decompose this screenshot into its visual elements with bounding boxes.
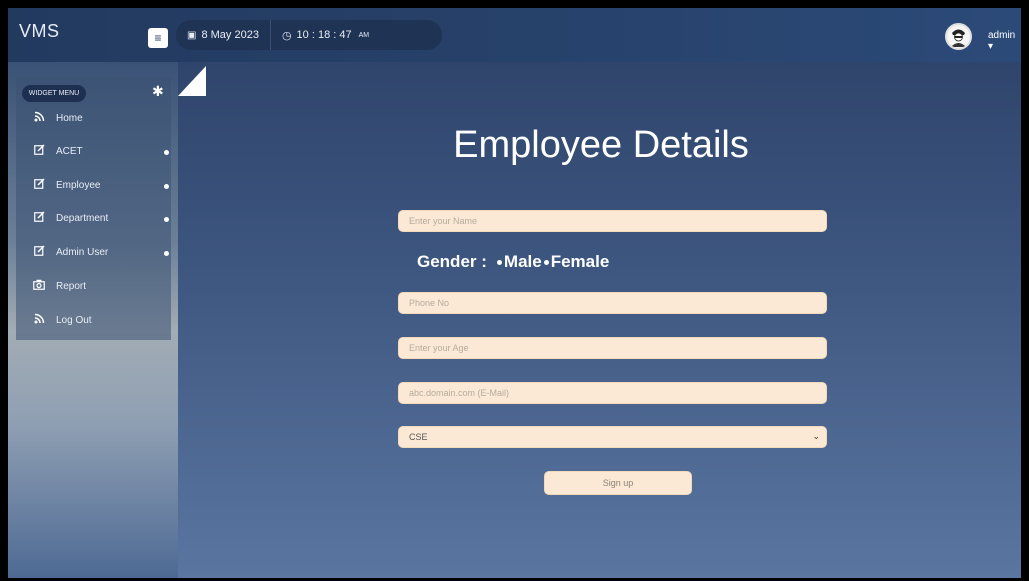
submenu-indicator [164, 251, 169, 256]
edit-icon [31, 211, 47, 227]
gender-option-female[interactable]: Female [543, 252, 610, 272]
user-avatar-icon [947, 25, 970, 48]
user-menu[interactable]: admin ▾ [988, 30, 1021, 52]
rss-icon [31, 313, 47, 329]
edit-icon [31, 245, 47, 261]
chevron-down-icon: ⌄ [812, 431, 820, 441]
submenu-indicator [164, 150, 169, 155]
sidebar-item-label: Log Out [56, 315, 92, 326]
time-display: ◷ 10 : 18 : 47 AM [271, 20, 380, 50]
sidebar-item-label: Admin User [56, 247, 109, 258]
gender-group: Gender : Male Female [417, 252, 611, 272]
rss-icon [31, 111, 47, 127]
gender-option-label: Male [503, 252, 542, 271]
camera-icon [31, 279, 47, 295]
sidebar-item-label: ACET [56, 146, 83, 157]
gear-icon[interactable]: ✱ [152, 83, 164, 100]
phone-input[interactable] [398, 292, 827, 314]
clock-icon: ◷ [281, 29, 292, 42]
sidebar-item-report[interactable]: Report [16, 274, 171, 300]
calendar-icon: ▣ [187, 29, 197, 41]
app-window: VMS ≡ ▣ 8 May 2023 ◷ 10 : 18 : 47 AM adm… [8, 8, 1021, 578]
radio-bullet-icon [496, 259, 502, 265]
sidebar-item-logout[interactable]: Log Out [16, 308, 171, 334]
email-input[interactable] [398, 382, 827, 404]
department-select-value: CSE [409, 432, 428, 442]
sidebar-item-home[interactable]: Home [16, 106, 171, 132]
hamburger-icon: ≡ [154, 31, 162, 45]
sidebar-item-department[interactable]: Department [16, 206, 171, 232]
department-select[interactable]: CSE ⌄ [398, 426, 827, 448]
gender-option-label: Female [550, 252, 610, 271]
sidebar-item-label: Home [56, 113, 83, 124]
gender-label: Gender : [417, 252, 487, 271]
time-text: 10 : 18 : 47 [296, 29, 352, 41]
radio-bullet-icon [543, 259, 549, 265]
sidebar-item-employee[interactable]: Employee [16, 173, 171, 199]
submenu-indicator [164, 217, 169, 222]
sidebar-item-acet[interactable]: ACET [16, 139, 171, 165]
date-display: ▣ 8 May 2023 [176, 20, 271, 50]
top-navbar: VMS ≡ ▣ 8 May 2023 ◷ 10 : 18 : 47 AM adm… [8, 8, 1021, 62]
corner-triangle-icon [178, 66, 206, 96]
menu-toggle-button[interactable]: ≡ [148, 28, 168, 48]
brand-logo[interactable]: VMS [19, 21, 60, 42]
name-input[interactable] [398, 210, 827, 232]
edit-icon [31, 178, 47, 194]
sidebar-item-admin-user[interactable]: Admin User [16, 240, 171, 266]
sidebar-item-label: Employee [56, 180, 101, 191]
datetime-bar: ▣ 8 May 2023 ◷ 10 : 18 : 47 AM [176, 20, 442, 50]
sidebar-item-label: Department [56, 213, 109, 224]
page-title: Employee Details [453, 124, 749, 166]
sign-up-button[interactable]: Sign up [544, 471, 692, 495]
age-input[interactable] [398, 337, 827, 359]
gender-option-male[interactable]: Male [496, 252, 542, 272]
date-text: 8 May 2023 [201, 29, 259, 41]
edit-icon [31, 144, 47, 160]
time-ampm: AM [358, 31, 370, 39]
avatar[interactable] [945, 23, 972, 50]
sidebar-item-label: Report [56, 281, 87, 292]
widget-menu-label: WIDGET MENU [22, 85, 86, 102]
submenu-indicator [164, 184, 169, 189]
